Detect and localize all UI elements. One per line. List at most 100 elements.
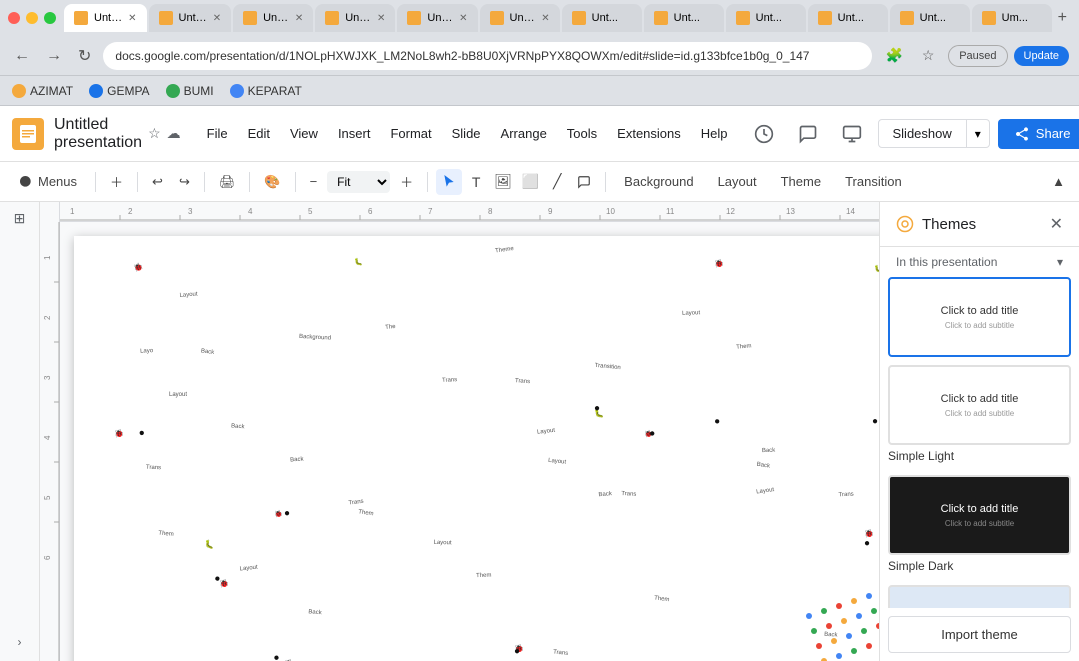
star-icon[interactable]: ☆ [148, 125, 161, 142]
menu-edit[interactable]: Edit [240, 122, 278, 145]
tab-favicon [736, 11, 750, 25]
close-window-btn[interactable] [8, 12, 20, 24]
bookmark-icon[interactable]: ☆ [914, 42, 942, 70]
menu-slide[interactable]: Slide [444, 122, 489, 145]
address-input[interactable] [103, 42, 872, 70]
tab-favicon [407, 11, 421, 25]
text-tool[interactable]: T [463, 169, 489, 195]
svg-text:🐞: 🐞 [132, 261, 144, 273]
browser-tab-4[interactable]: Unt... ✕ [315, 4, 395, 32]
image-tool[interactable]: 🖼 [490, 169, 516, 195]
slides-panel-expand[interactable]: › [18, 635, 22, 649]
svg-text:Them: Them [476, 573, 492, 580]
comments-icon-btn[interactable] [790, 116, 826, 152]
svg-text:Them: Them [654, 595, 670, 603]
history-icon-btn[interactable] [746, 116, 782, 152]
tab-close-icon[interactable]: ✕ [377, 13, 385, 24]
svg-text:Trans: Trans [442, 377, 457, 384]
forward-button[interactable]: → [42, 45, 66, 67]
theme-item-streamline[interactable]: Click to add title Click a subtitle Stre… [888, 585, 1071, 608]
maximize-window-btn[interactable] [44, 12, 56, 24]
layout-button[interactable]: Layout [708, 170, 767, 193]
tab-close-icon[interactable]: ✕ [295, 13, 303, 24]
browser-tab-5[interactable]: Unt... ✕ [397, 4, 477, 32]
theme-preview-simple-light[interactable]: Click to add title Click to add subtitle [888, 365, 1071, 445]
slideshow-dropdown-button[interactable]: ▾ [967, 119, 990, 148]
browser-tab-10[interactable]: Unt... [808, 4, 888, 32]
menu-view[interactable]: View [282, 122, 326, 145]
tab-close-icon[interactable]: ✕ [128, 13, 136, 24]
redo-button[interactable]: ↪ [173, 168, 196, 196]
svg-text:Back: Back [290, 456, 305, 463]
present-icon-btn[interactable] [834, 116, 870, 152]
back-button[interactable]: ← [10, 45, 34, 67]
svg-text:🐛: 🐛 [204, 538, 216, 550]
collapse-toolbar-btn[interactable]: ▲ [1046, 168, 1071, 196]
browser-tab-7[interactable]: Unt... [562, 4, 642, 32]
tab-close-icon[interactable]: ✕ [213, 13, 221, 24]
line-tool[interactable]: ╱ [544, 169, 570, 195]
zoom-in-button[interactable]: ＋ [394, 168, 419, 196]
menu-tools[interactable]: Tools [559, 122, 605, 145]
browser-tab-3[interactable]: Unt... ✕ [233, 4, 313, 32]
update-button[interactable]: Update [1014, 46, 1069, 66]
bookmark-gempa[interactable]: GEMPA [89, 84, 149, 98]
menu-arrange[interactable]: Arrange [493, 122, 555, 145]
paint-format-button[interactable]: 🎨 [258, 168, 286, 196]
canvas-area: 1 2 3 4 5 6 7 8 9 10 11 [40, 202, 879, 661]
browser-tab-8[interactable]: Unt... [644, 4, 724, 32]
theme-preview-current[interactable]: Click to add title Click to add subtitle [888, 277, 1071, 357]
bookmark-keparat[interactable]: KEPARAT [230, 84, 302, 98]
browser-tab-2[interactable]: Unti... ✕ [149, 4, 232, 32]
transition-button[interactable]: Transition [835, 170, 912, 193]
minimize-window-btn[interactable] [26, 12, 38, 24]
reload-button[interactable]: ↻ [74, 44, 95, 68]
browser-tab-6[interactable]: Unt... ✕ [480, 4, 560, 32]
extensions-icon[interactable]: 🧩 [880, 42, 908, 70]
browser-tab-12[interactable]: Um... [972, 4, 1052, 32]
comment-tool[interactable] [571, 169, 597, 195]
menu-help[interactable]: Help [693, 122, 736, 145]
shape-tool[interactable]: ⬜ [517, 169, 543, 195]
bookmark-azimat[interactable]: AZIMAT [12, 84, 73, 98]
tab-close-icon[interactable]: ✕ [459, 13, 467, 24]
theme-content-simple-dark: Click to add title Click to add subtitle [937, 499, 1023, 532]
toolbar-right: ▲ [1046, 168, 1071, 196]
tab-close-icon[interactable]: ✕ [541, 13, 549, 24]
themes-section-expand[interactable]: ▾ [1057, 255, 1063, 269]
import-theme-button[interactable]: Import theme [888, 616, 1071, 653]
zoom-out-button[interactable]: − [304, 168, 324, 196]
slide-canvas[interactable]: 🐞 🐛 🐞 🐛 🐞 🐛 🐞 🐞 🐛 🐞 🐞 🐛 🐛 🐞 🐞 [74, 236, 879, 661]
share-button[interactable]: Share [998, 119, 1079, 149]
add-element-btn[interactable]: ＋ [104, 168, 129, 196]
slide-grid-icon[interactable]: ⊞ [14, 210, 26, 227]
theme-item-simple-dark[interactable]: Click to add title Click to add subtitle… [888, 475, 1071, 577]
menu-extensions[interactable]: Extensions [609, 122, 689, 145]
menu-insert[interactable]: Insert [330, 122, 379, 145]
menu-format[interactable]: Format [382, 122, 439, 145]
theme-item-current[interactable]: Click to add title Click to add subtitle [888, 277, 1071, 357]
select-tool[interactable] [436, 169, 462, 195]
paused-button[interactable]: Paused [948, 45, 1007, 67]
undo-button[interactable]: ↩ [146, 168, 169, 196]
menus-button[interactable]: Menus [8, 170, 87, 194]
new-tab-button[interactable]: + [1054, 4, 1071, 32]
toolbar-divider-7 [605, 172, 606, 192]
theme-preview-streamline[interactable]: Click to add title Click a subtitle [888, 585, 1071, 608]
app-title[interactable]: Untitled presentation [54, 116, 142, 152]
browser-tab-9[interactable]: Unt... [726, 4, 806, 32]
browser-tab-active[interactable]: Unti... ✕ [64, 4, 147, 32]
zoom-selector[interactable]: Fit 50% 75% 100% [327, 171, 390, 193]
background-button[interactable]: Background [614, 170, 703, 193]
theme-preview-simple-dark[interactable]: Click to add title Click to add subtitle [888, 475, 1071, 555]
browser-tab-11[interactable]: Unt... [890, 4, 970, 32]
bookmark-bumi-label: BUMI [184, 84, 214, 98]
theme-item-simple-light[interactable]: Click to add title Click to add subtitle… [888, 365, 1071, 467]
themes-close-button[interactable]: ✕ [1050, 214, 1063, 234]
theme-button[interactable]: Theme [771, 170, 831, 193]
bookmark-bumi[interactable]: BUMI [166, 84, 214, 98]
slideshow-button[interactable]: Slideshow [878, 119, 967, 148]
toolbar: Menus ＋ ↩ ↪ 🖨 🎨 − Fit 50% 75% 100% ＋ T 🖼… [0, 162, 1079, 202]
menu-file[interactable]: File [199, 122, 236, 145]
print-button[interactable]: 🖨 [213, 168, 242, 196]
